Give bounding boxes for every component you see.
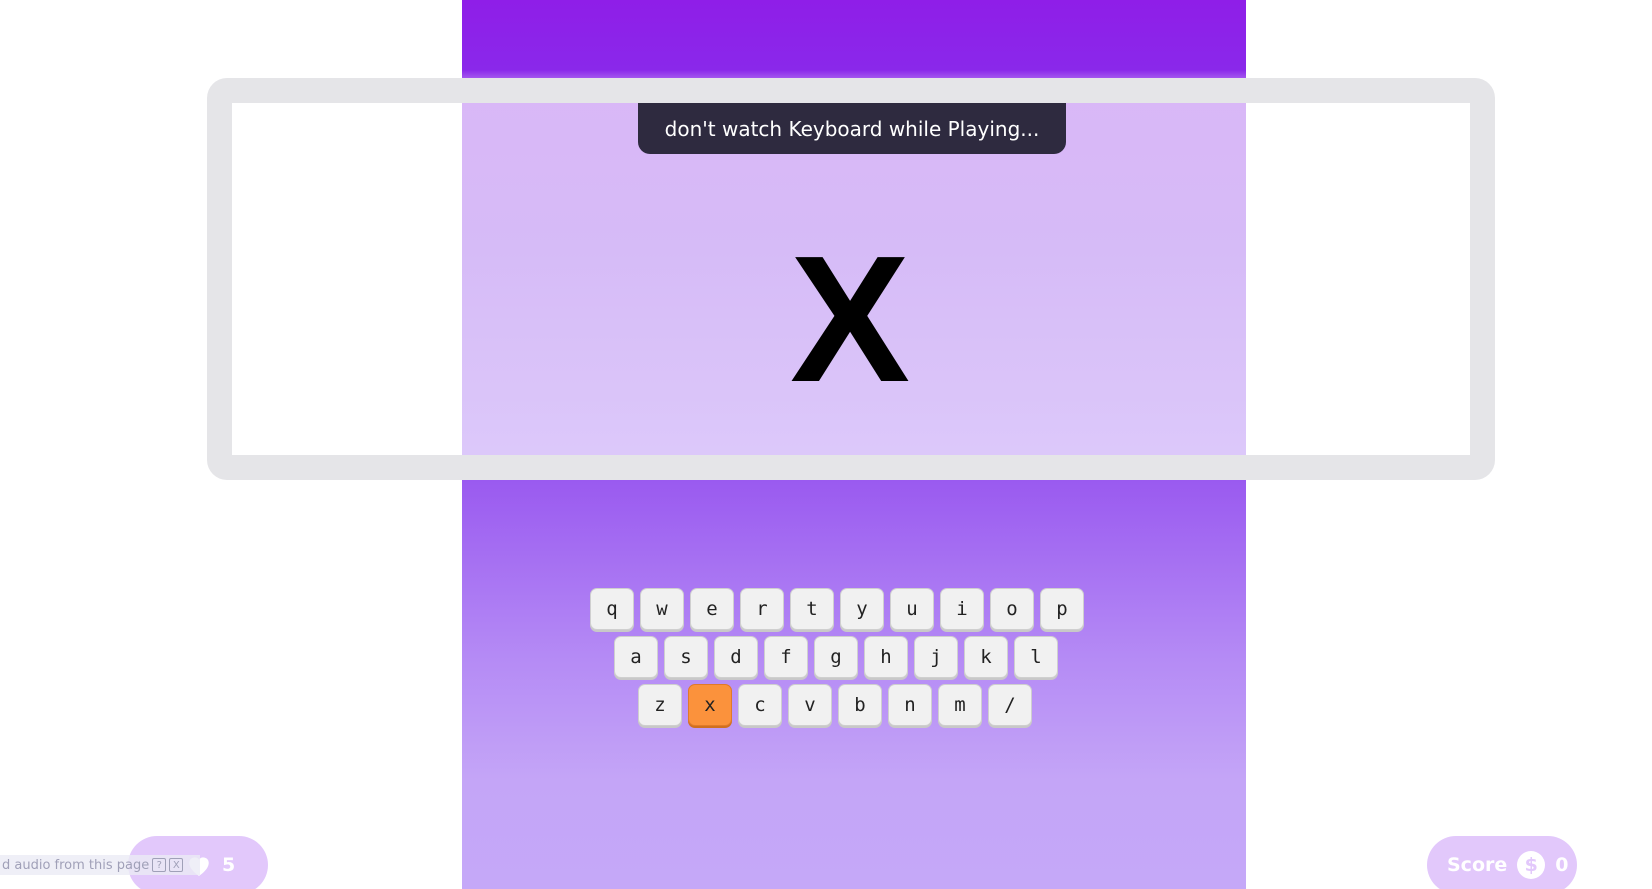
key-c[interactable]: c (738, 684, 782, 726)
target-letter: X (789, 219, 911, 420)
key-s[interactable]: s (664, 636, 708, 678)
key-u[interactable]: u (890, 588, 934, 630)
key-j[interactable]: j (914, 636, 958, 678)
key-h[interactable]: h (864, 636, 908, 678)
key-t[interactable]: t (790, 588, 834, 630)
score-counter: Score $ 0 (1427, 836, 1577, 889)
key-d[interactable]: d (714, 636, 758, 678)
key-f[interactable]: f (764, 636, 808, 678)
frame-mask-right (1246, 103, 1470, 455)
key-slash[interactable]: / (988, 684, 1032, 726)
key-a[interactable]: a (614, 636, 658, 678)
keyboard-row-2: asdfghjkl (614, 636, 1058, 678)
key-r[interactable]: r (740, 588, 784, 630)
key-y[interactable]: y (840, 588, 884, 630)
audio-notice-text: d audio from this page (2, 857, 150, 873)
key-k[interactable]: k (964, 636, 1008, 678)
key-m[interactable]: m (938, 684, 982, 726)
key-p[interactable]: p (1040, 588, 1084, 630)
close-icon[interactable]: X (169, 858, 184, 872)
audio-notice: d audio from this page ? X (0, 855, 200, 875)
key-z[interactable]: z (638, 684, 682, 726)
score-value: 0 (1555, 854, 1569, 876)
keyboard-row-3: z x c v b n m / (638, 684, 1032, 726)
key-e[interactable]: e (690, 588, 734, 630)
key-q[interactable]: q (590, 588, 634, 630)
key-o[interactable]: o (990, 588, 1034, 630)
game-stage: don't watch Keyboard while Playing... X … (0, 0, 1652, 889)
key-x[interactable]: x (688, 684, 732, 726)
dollar-coin-icon: $ (1517, 851, 1546, 879)
lives-value: 5 (222, 854, 236, 876)
key-n[interactable]: n (888, 684, 932, 726)
hint-banner: don't watch Keyboard while Playing... (638, 103, 1066, 154)
key-g[interactable]: g (814, 636, 858, 678)
key-w[interactable]: w (640, 588, 684, 630)
key-b[interactable]: b (838, 684, 882, 726)
help-icon[interactable]: ? (152, 858, 167, 872)
key-l[interactable]: l (1014, 636, 1058, 678)
frame-mask-left (232, 103, 462, 455)
key-i[interactable]: i (940, 588, 984, 630)
keyboard-row-1: qwertyuiop (590, 588, 1084, 630)
score-label: Score (1447, 854, 1508, 876)
key-v[interactable]: v (788, 684, 832, 726)
